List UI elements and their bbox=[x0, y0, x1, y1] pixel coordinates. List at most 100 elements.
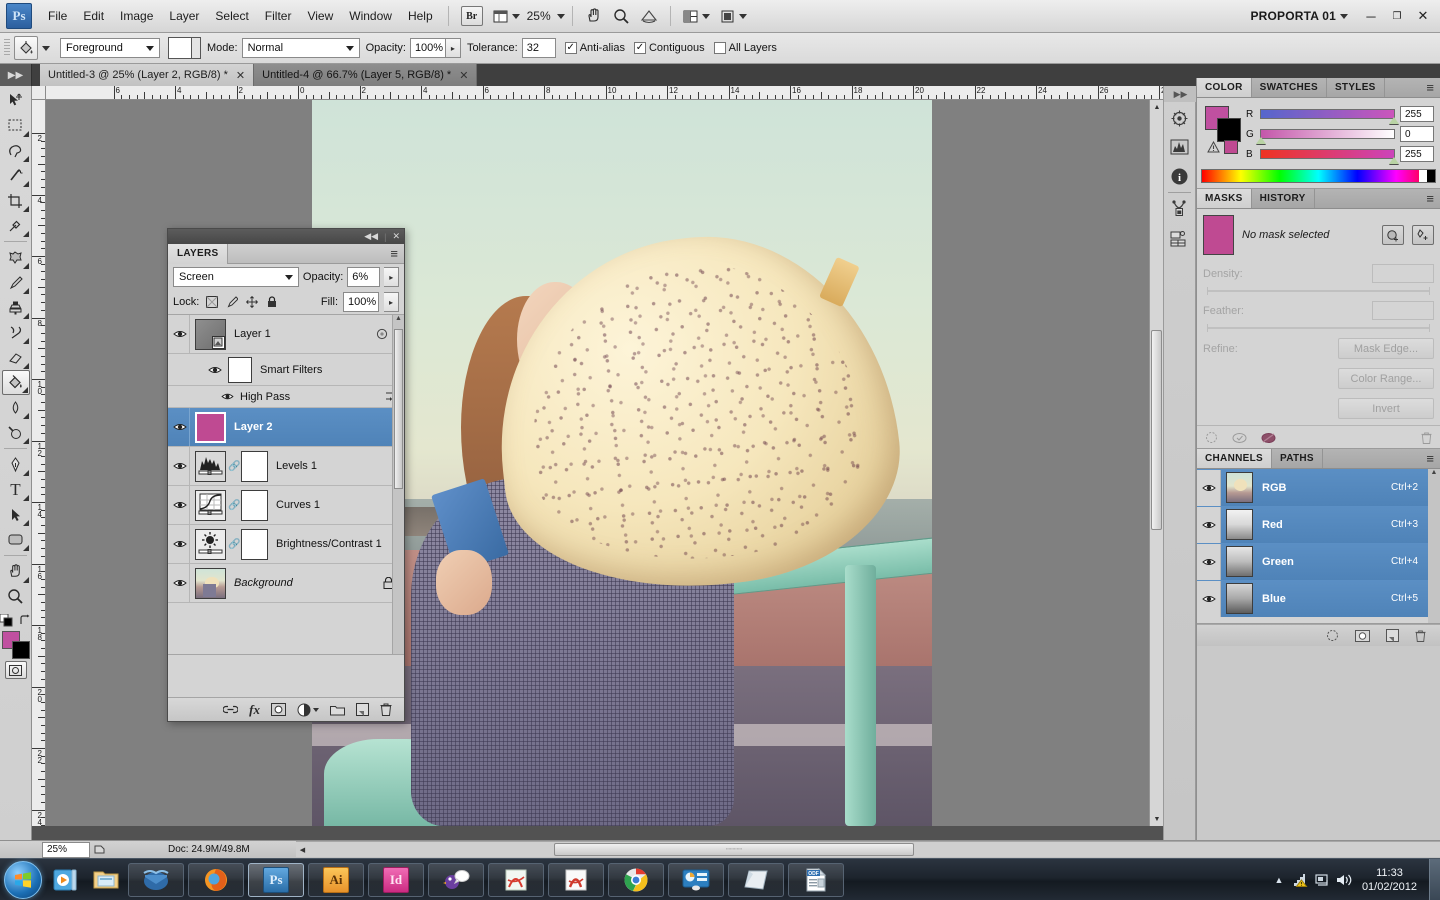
twitter-client-taskbar-item[interactable] bbox=[428, 863, 484, 897]
zoom-level-label[interactable]: 25% bbox=[525, 9, 553, 23]
apply-mask-icon[interactable] bbox=[1232, 432, 1247, 444]
menu-help[interactable]: Help bbox=[400, 6, 441, 26]
channels-scroll-up-icon[interactable]: ▲ bbox=[1428, 469, 1440, 476]
layer-name[interactable]: Curves 1 bbox=[276, 499, 320, 511]
lock-image-pixels-icon[interactable] bbox=[224, 295, 239, 310]
menu-view[interactable]: View bbox=[299, 6, 341, 26]
tool-path-selection[interactable] bbox=[2, 502, 30, 527]
slider-knob-g[interactable] bbox=[1256, 137, 1266, 144]
layer-visibility-toggle[interactable] bbox=[170, 408, 190, 446]
collapse-panels-button[interactable]: ▶▶ bbox=[0, 64, 32, 86]
layer-name[interactable]: Brightness/Contrast 1 bbox=[276, 538, 382, 550]
start-button[interactable] bbox=[4, 861, 42, 899]
tab-channels[interactable]: CHANNELS bbox=[1197, 449, 1272, 468]
tool-crop[interactable] bbox=[2, 188, 30, 213]
layer-row-background[interactable]: Background bbox=[168, 564, 404, 603]
view-extras-button[interactable] bbox=[489, 5, 524, 27]
all-layers-checkbox[interactable]: All Layers bbox=[714, 42, 777, 54]
swap-colors-icon[interactable] bbox=[18, 614, 31, 627]
channel-visibility-toggle[interactable] bbox=[1197, 581, 1221, 617]
launch-bridge-button[interactable]: Br bbox=[457, 5, 487, 27]
contiguous-checkbox[interactable]: ✓ Contiguous bbox=[634, 42, 705, 54]
quick-launch-media-player[interactable] bbox=[47, 862, 83, 898]
layer-visibility-toggle[interactable] bbox=[170, 564, 190, 602]
layer-blend-mode-select[interactable]: Screen bbox=[173, 267, 299, 287]
background-color-swatch[interactable] bbox=[12, 641, 30, 659]
color-value-r[interactable]: 255 bbox=[1400, 106, 1434, 122]
tab-history[interactable]: HISTORY bbox=[1252, 189, 1315, 208]
layer-visibility-toggle[interactable] bbox=[170, 447, 190, 485]
document-tab-close-icon[interactable]: ✕ bbox=[459, 69, 468, 82]
channel-row-red[interactable]: Red Ctrl+3 bbox=[1197, 506, 1440, 543]
tool-paint-bucket[interactable] bbox=[2, 370, 30, 395]
histogram-icon[interactable] bbox=[1168, 134, 1192, 160]
layer-name[interactable]: Layer 1 bbox=[234, 328, 271, 340]
layers-panel-menu-icon[interactable]: ≡ bbox=[390, 246, 404, 261]
active-tool-icon[interactable] bbox=[14, 36, 38, 60]
channel-thumbnail[interactable] bbox=[1226, 509, 1253, 540]
scroll-down-arrow-icon[interactable]: ▼ bbox=[1150, 812, 1164, 826]
tool-rectangle[interactable] bbox=[2, 527, 30, 552]
layer-name[interactable]: Layer 2 bbox=[234, 421, 273, 433]
channel-visibility-toggle[interactable] bbox=[1197, 507, 1221, 543]
hand-tool-button[interactable] bbox=[581, 5, 607, 27]
color-slider-r[interactable]: R 255 bbox=[1246, 104, 1434, 124]
invert-button[interactable]: Invert bbox=[1338, 398, 1434, 419]
color-value-b[interactable]: 255 bbox=[1400, 146, 1434, 162]
layer-row-curves-1[interactable]: 🔗 Curves 1 bbox=[168, 486, 404, 525]
layer-opacity-input[interactable]: 6% bbox=[347, 267, 380, 287]
zoom-tool-button[interactable] bbox=[609, 5, 634, 27]
layer-thumbnail[interactable] bbox=[195, 451, 226, 482]
workspace-name[interactable]: PROPORTA 01 bbox=[1250, 9, 1336, 23]
close-button[interactable]: ✕ bbox=[1410, 5, 1436, 27]
layer-thumbnail[interactable] bbox=[195, 568, 226, 599]
layer-row-brightness-contrast-1[interactable]: 🔗 Brightness/Contrast 1 bbox=[168, 525, 404, 564]
smart-filters-visibility-toggle[interactable] bbox=[206, 357, 224, 383]
masks-panel-menu-icon[interactable]: ≡ bbox=[1426, 189, 1440, 208]
channel-visibility-toggle[interactable] bbox=[1197, 470, 1221, 506]
tool-eyedropper[interactable] bbox=[2, 213, 30, 238]
restore-button[interactable]: ❐ bbox=[1384, 5, 1410, 27]
slider-track-r[interactable] bbox=[1260, 109, 1395, 119]
disable-mask-icon[interactable] bbox=[1261, 432, 1276, 444]
adjustments-icon[interactable] bbox=[1168, 196, 1192, 222]
show-desktop-button[interactable] bbox=[1429, 859, 1440, 900]
new-group-icon[interactable] bbox=[330, 704, 345, 716]
illustrator-taskbar-item[interactable]: Ai bbox=[308, 863, 364, 897]
menu-select[interactable]: Select bbox=[207, 6, 256, 26]
lock-transparent-pixels-icon[interactable] bbox=[204, 295, 219, 310]
anti-alias-checkbox[interactable]: ✓ Anti-alias bbox=[565, 42, 625, 54]
menu-layer[interactable]: Layer bbox=[161, 6, 207, 26]
mask-link-icon[interactable]: 🔗 bbox=[228, 500, 238, 511]
layer-opacity-stepper[interactable]: ▸ bbox=[384, 267, 399, 287]
density-slider[interactable] bbox=[1207, 290, 1430, 292]
info-icon[interactable]: i bbox=[1168, 163, 1192, 189]
options-bar-grip[interactable] bbox=[4, 39, 10, 57]
mask-link-icon[interactable]: 🔗 bbox=[228, 539, 238, 550]
tool-preset-caret-icon[interactable] bbox=[42, 46, 50, 51]
layers-panel-collapse-icon[interactable]: ◀◀ bbox=[364, 231, 378, 242]
scroll-up-arrow-icon[interactable]: ▲ bbox=[1150, 100, 1164, 114]
channel-row-blue[interactable]: Blue Ctrl+5 bbox=[1197, 580, 1440, 617]
tab-swatches[interactable]: SWATCHES bbox=[1252, 78, 1327, 97]
layer-row-layer-2[interactable]: Layer 2 bbox=[168, 408, 404, 447]
color-foreground-background[interactable] bbox=[1205, 106, 1241, 142]
status-zoom-input[interactable]: 25% bbox=[42, 842, 90, 858]
layer-fill-stepper[interactable]: ▸ bbox=[384, 292, 399, 312]
layer-scroll-up-icon[interactable]: ▲ bbox=[393, 315, 404, 322]
slider-track-b[interactable] bbox=[1260, 149, 1395, 159]
tolerance-input[interactable]: 32 bbox=[522, 38, 556, 58]
tab-color[interactable]: COLOR bbox=[1197, 78, 1252, 97]
indesign-taskbar-item[interactable]: Id bbox=[368, 863, 424, 897]
layer-name[interactable]: Levels 1 bbox=[276, 460, 317, 472]
delete-layer-icon[interactable] bbox=[380, 703, 392, 716]
layer-style-icon[interactable]: fx bbox=[249, 702, 260, 718]
tool-blur[interactable] bbox=[2, 395, 30, 420]
layer-visibility-toggle[interactable] bbox=[170, 486, 190, 524]
menu-file[interactable]: File bbox=[40, 6, 75, 26]
thunderbird-taskbar-item[interactable] bbox=[128, 863, 184, 897]
smart-filters-badge-icon[interactable] bbox=[376, 328, 389, 341]
layers-panel-titlebar[interactable]: ◀◀ | ✕ bbox=[168, 229, 404, 244]
gamut-replacement-swatch[interactable] bbox=[1224, 140, 1238, 154]
canvas-horizontal-scrollbar[interactable]: ◀ ┈┈┈ bbox=[296, 841, 1440, 857]
